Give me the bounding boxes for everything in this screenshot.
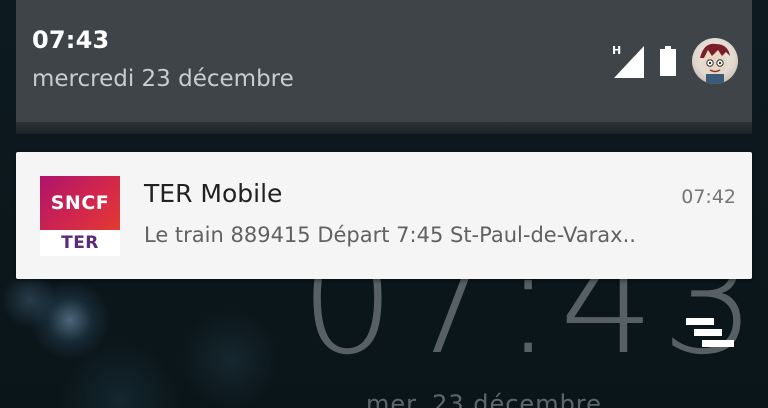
notification-time: 07:42 <box>681 186 736 208</box>
app-icon-top-label: SNCF <box>40 176 120 230</box>
quick-settings-shadow <box>16 122 752 134</box>
ter-app-icon: SNCF TER <box>40 176 120 256</box>
notification-card[interactable]: SNCF TER TER Mobile 07:42 Le train 88941… <box>16 152 752 279</box>
lockscreen-date: mer. 23 décembre <box>366 390 602 408</box>
clear-all-notifications-icon[interactable] <box>684 316 736 356</box>
header-date[interactable]: mercredi 23 décembre <box>32 66 294 92</box>
header-time: 07:43 <box>32 26 110 54</box>
status-icons: H <box>612 38 738 84</box>
notification-title: TER Mobile <box>144 179 283 208</box>
lockscreen: 07:43 mer. 23 décembre 07:43 mercredi 23… <box>0 0 768 408</box>
avatar[interactable] <box>692 38 738 84</box>
app-icon-bottom-label: TER <box>40 230 120 256</box>
battery-icon <box>660 46 676 76</box>
notification-text: Le train 889415 Départ 7:45 St-Paul-de-V… <box>144 223 636 247</box>
signal-icon: H <box>612 44 644 78</box>
